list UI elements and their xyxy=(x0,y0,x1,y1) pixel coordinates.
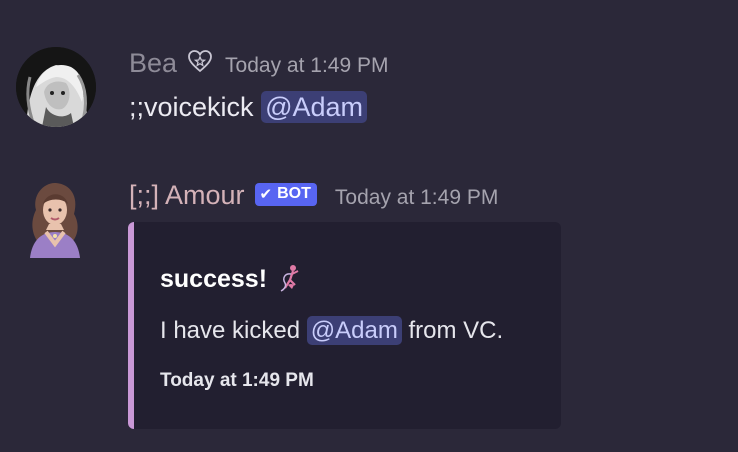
user-mention[interactable]: @Adam xyxy=(306,316,402,345)
embed-footer: Today at 1:49 PM xyxy=(160,370,314,391)
chat-view: Bea Today at 1:49 PM ;;voicekick @Adam [… xyxy=(0,0,738,452)
username[interactable]: Bea xyxy=(129,48,177,79)
timestamp[interactable]: Today at 1:49 PM xyxy=(335,186,498,210)
message-bea: Bea Today at 1:49 PM ;;voicekick @Adam xyxy=(0,0,738,150)
embed: success! I have kicked @Adam from VC. To… xyxy=(128,222,561,429)
message-content: ;;voicekick @Adam xyxy=(129,91,368,123)
bot-tag: ✔ BOT xyxy=(254,183,317,206)
bot-tag-label: BOT xyxy=(277,185,311,202)
message-header: Bea Today at 1:49 PM xyxy=(129,48,388,79)
embed-title-text: success! xyxy=(160,265,268,293)
heart-star-icon xyxy=(187,49,213,78)
timestamp[interactable]: Today at 1:49 PM xyxy=(225,54,388,78)
embed-accent-bar xyxy=(128,222,134,429)
embed-description: I have kicked @Adam from VC. xyxy=(160,316,504,345)
avatar[interactable] xyxy=(16,47,96,127)
ribbon-dancer-icon xyxy=(279,263,301,300)
message-header: [;;] Amour ✔ BOT Today at 1:49 PM xyxy=(129,180,498,211)
user-mention[interactable]: @Adam xyxy=(261,91,368,123)
avatar[interactable] xyxy=(24,180,86,258)
embed-description-suffix: from VC. xyxy=(408,317,504,344)
checkmark-icon: ✔ xyxy=(259,186,273,203)
embed-description-text: I have kicked xyxy=(160,317,301,344)
message-text: ;;voicekick xyxy=(129,92,254,122)
username[interactable]: [;;] Amour xyxy=(129,180,245,211)
embed-title: success! xyxy=(160,261,301,298)
